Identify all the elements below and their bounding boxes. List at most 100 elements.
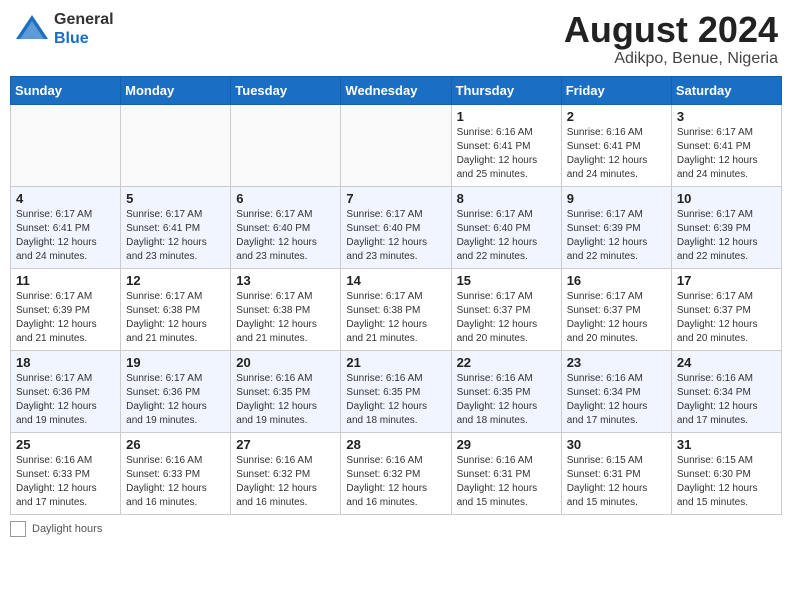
calendar-cell: 5 Sunrise: 6:17 AM Sunset: 6:41 PM Daylig… <box>121 186 231 268</box>
calendar-cell: 15Sunrise: 6:17 AM Sunset: 6:37 PM Dayli… <box>451 268 561 350</box>
calendar-week-row: 11 Sunrise: 6:17 AM Sunset: 6:39 PM Dayli… <box>11 268 782 350</box>
logo-text: General Blue <box>54 10 114 48</box>
calendar-cell: 16 Sunrise: 6:17 AM Sunset: 6:37 PM Dayli… <box>561 268 671 350</box>
month-year: August 2024 <box>564 10 778 50</box>
calendar-cell: 23 Sunrise: 6:16 AM Sunset: 6:34 PM Dayli… <box>561 350 671 432</box>
day-number: 3 <box>677 109 776 124</box>
day-number: 12 <box>126 273 225 288</box>
day-info: Sunrise: 6:16 AM Sunset: 6:34 PM Dayligh… <box>567 372 666 428</box>
calendar-week-row: 18 Sunrise: 6:17 AM Sunset: 6:36 PM Dayli… <box>11 350 782 432</box>
calendar-week-row: 1Sunrise: 6:16 AM Sunset: 6:41 PM Daylig… <box>11 104 782 186</box>
day-info: Sunrise: 6:17 AM Sunset: 6:41 PM Dayligh… <box>677 126 776 182</box>
calendar-cell: 11 Sunrise: 6:17 AM Sunset: 6:39 PM Dayli… <box>11 268 121 350</box>
calendar-cell: 9Sunrise: 6:17 AM Sunset: 6:39 PM Daylig… <box>561 186 671 268</box>
day-info: Sunrise: 6:15 AM Sunset: 6:31 PM Dayligh… <box>567 454 666 510</box>
day-number: 26 <box>126 437 225 452</box>
calendar-cell: 21Sunrise: 6:16 AM Sunset: 6:35 PM Dayli… <box>341 350 451 432</box>
calendar-day-header: Thursday <box>451 76 561 104</box>
calendar-cell: 2Sunrise: 6:16 AM Sunset: 6:41 PM Daylig… <box>561 104 671 186</box>
day-number: 31 <box>677 437 776 452</box>
day-number: 18 <box>16 355 115 370</box>
logo-general: General <box>54 11 114 28</box>
calendar-cell: 31 Sunrise: 6:15 AM Sunset: 6:30 PM Dayli… <box>671 432 781 514</box>
day-number: 4 <box>16 191 115 206</box>
day-info: Sunrise: 6:16 AM Sunset: 6:35 PM Dayligh… <box>457 372 556 428</box>
day-number: 5 <box>126 191 225 206</box>
calendar-day-header: Saturday <box>671 76 781 104</box>
day-info: Sunrise: 6:17 AM Sunset: 6:38 PM Dayligh… <box>346 290 445 346</box>
day-info: Sunrise: 6:17 AM Sunset: 6:38 PM Dayligh… <box>126 290 225 346</box>
calendar-cell: 7 Sunrise: 6:17 AM Sunset: 6:40 PM Daylig… <box>341 186 451 268</box>
calendar-cell: 28Sunrise: 6:16 AM Sunset: 6:32 PM Dayli… <box>341 432 451 514</box>
daylight-box <box>10 521 26 537</box>
day-info: Sunrise: 6:17 AM Sunset: 6:41 PM Dayligh… <box>16 208 115 264</box>
day-number: 20 <box>236 355 335 370</box>
day-info: Sunrise: 6:17 AM Sunset: 6:36 PM Dayligh… <box>126 372 225 428</box>
location: Adikpo, Benue, Nigeria <box>564 50 778 68</box>
day-number: 16 <box>567 273 666 288</box>
calendar-week-row: 4 Sunrise: 6:17 AM Sunset: 6:41 PM Daylig… <box>11 186 782 268</box>
title-block: August 2024 Adikpo, Benue, Nigeria <box>564 10 778 68</box>
calendar-day-header: Wednesday <box>341 76 451 104</box>
calendar-cell: 26Sunrise: 6:16 AM Sunset: 6:33 PM Dayli… <box>121 432 231 514</box>
day-number: 11 <box>16 273 115 288</box>
day-number: 27 <box>236 437 335 452</box>
calendar-cell: 20 Sunrise: 6:16 AM Sunset: 6:35 PM Dayli… <box>231 350 341 432</box>
day-info: Sunrise: 6:17 AM Sunset: 6:41 PM Dayligh… <box>126 208 225 264</box>
calendar-cell: 25 Sunrise: 6:16 AM Sunset: 6:33 PM Dayli… <box>11 432 121 514</box>
calendar-cell: 10 Sunrise: 6:17 AM Sunset: 6:39 PM Dayli… <box>671 186 781 268</box>
day-number: 6 <box>236 191 335 206</box>
calendar-cell: 1Sunrise: 6:16 AM Sunset: 6:41 PM Daylig… <box>451 104 561 186</box>
calendar-cell: 14 Sunrise: 6:17 AM Sunset: 6:38 PM Dayli… <box>341 268 451 350</box>
day-info: Sunrise: 6:16 AM Sunset: 6:33 PM Dayligh… <box>16 454 115 510</box>
calendar-day-header: Sunday <box>11 76 121 104</box>
calendar-day-header: Monday <box>121 76 231 104</box>
day-number: 25 <box>16 437 115 452</box>
calendar-cell <box>11 104 121 186</box>
page-header: General Blue August 2024 Adikpo, Benue, … <box>10 10 782 68</box>
calendar-cell: 29Sunrise: 6:16 AM Sunset: 6:31 PM Dayli… <box>451 432 561 514</box>
day-info: Sunrise: 6:17 AM Sunset: 6:39 PM Dayligh… <box>677 208 776 264</box>
calendar-cell: 22Sunrise: 6:16 AM Sunset: 6:35 PM Dayli… <box>451 350 561 432</box>
day-number: 23 <box>567 355 666 370</box>
calendar-cell <box>231 104 341 186</box>
logo: General Blue <box>14 10 114 48</box>
calendar-cell: 30 Sunrise: 6:15 AM Sunset: 6:31 PM Dayli… <box>561 432 671 514</box>
day-number: 10 <box>677 191 776 206</box>
day-number: 13 <box>236 273 335 288</box>
logo-icon <box>14 11 50 47</box>
day-number: 15 <box>457 273 556 288</box>
day-number: 8 <box>457 191 556 206</box>
day-number: 24 <box>677 355 776 370</box>
calendar-cell: 17Sunrise: 6:17 AM Sunset: 6:37 PM Dayli… <box>671 268 781 350</box>
logo-blue: Blue <box>54 30 89 47</box>
calendar-header-row: SundayMondayTuesdayWednesdayThursdayFrid… <box>11 76 782 104</box>
day-number: 30 <box>567 437 666 452</box>
day-number: 14 <box>346 273 445 288</box>
day-info: Sunrise: 6:16 AM Sunset: 6:34 PM Dayligh… <box>677 372 776 428</box>
calendar-week-row: 25 Sunrise: 6:16 AM Sunset: 6:33 PM Dayli… <box>11 432 782 514</box>
day-info: Sunrise: 6:17 AM Sunset: 6:40 PM Dayligh… <box>236 208 335 264</box>
day-info: Sunrise: 6:15 AM Sunset: 6:30 PM Dayligh… <box>677 454 776 510</box>
calendar-cell: 27 Sunrise: 6:16 AM Sunset: 6:32 PM Dayli… <box>231 432 341 514</box>
day-info: Sunrise: 6:17 AM Sunset: 6:39 PM Dayligh… <box>16 290 115 346</box>
day-info: Sunrise: 6:17 AM Sunset: 6:40 PM Dayligh… <box>457 208 556 264</box>
calendar-cell <box>121 104 231 186</box>
calendar-cell <box>341 104 451 186</box>
day-info: Sunrise: 6:17 AM Sunset: 6:40 PM Dayligh… <box>346 208 445 264</box>
day-number: 29 <box>457 437 556 452</box>
day-number: 21 <box>346 355 445 370</box>
footer: Daylight hours <box>10 521 782 537</box>
day-info: Sunrise: 6:16 AM Sunset: 6:32 PM Dayligh… <box>236 454 335 510</box>
calendar-day-header: Friday <box>561 76 671 104</box>
day-info: Sunrise: 6:16 AM Sunset: 6:35 PM Dayligh… <box>236 372 335 428</box>
calendar-day-header: Tuesday <box>231 76 341 104</box>
day-info: Sunrise: 6:16 AM Sunset: 6:41 PM Dayligh… <box>457 126 556 182</box>
day-info: Sunrise: 6:16 AM Sunset: 6:32 PM Dayligh… <box>346 454 445 510</box>
day-info: Sunrise: 6:17 AM Sunset: 6:37 PM Dayligh… <box>567 290 666 346</box>
day-number: 7 <box>346 191 445 206</box>
calendar-cell: 12 Sunrise: 6:17 AM Sunset: 6:38 PM Dayli… <box>121 268 231 350</box>
day-number: 19 <box>126 355 225 370</box>
calendar-cell: 4 Sunrise: 6:17 AM Sunset: 6:41 PM Daylig… <box>11 186 121 268</box>
day-info: Sunrise: 6:16 AM Sunset: 6:41 PM Dayligh… <box>567 126 666 182</box>
